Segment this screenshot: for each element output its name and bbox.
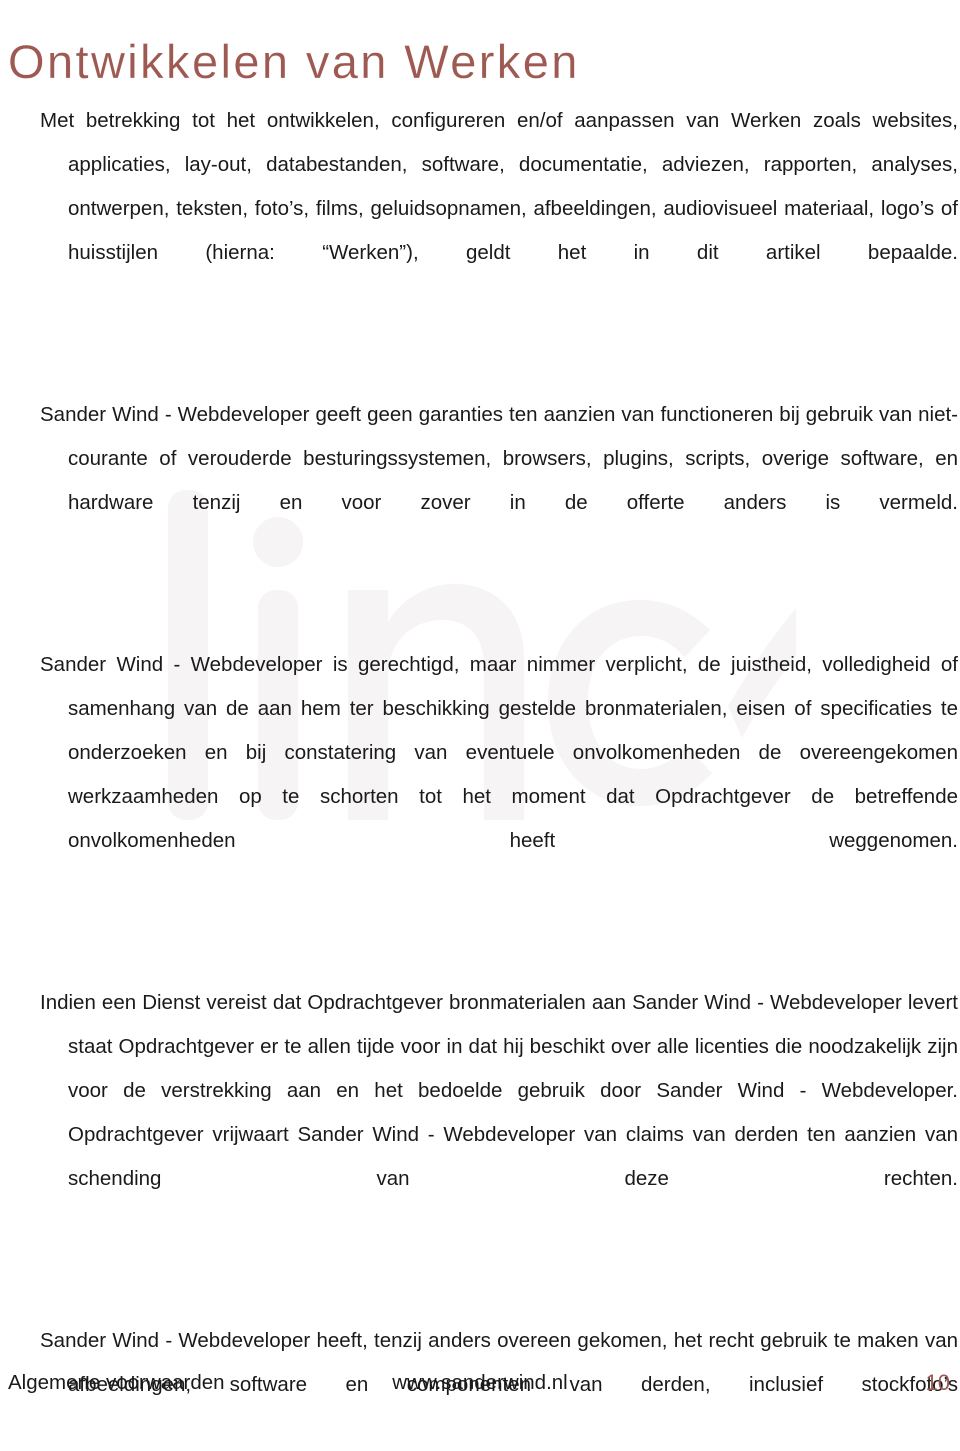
paragraph-3: Sander Wind - Webdeveloper is gerechtigd… bbox=[40, 653, 958, 852]
footer-page-number: 10 bbox=[925, 1370, 950, 1395]
page-title: Ontwikkelen van Werken bbox=[8, 35, 580, 89]
paragraph-4: Indien een Dienst vereist dat Opdrachtge… bbox=[40, 991, 958, 1190]
document-page: Ontwikkelen van Werken Met betrekking to… bbox=[0, 0, 960, 1414]
paragraph-2: Sander Wind - Webdeveloper geeft geen ga… bbox=[40, 403, 958, 514]
document-body: Met betrekking tot het ontwikkelen, conf… bbox=[40, 99, 958, 1451]
paragraph-1: Met betrekking tot het ontwikkelen, conf… bbox=[40, 109, 958, 264]
page-footer: Algemene voorwaarden www.sanderwind.nl 1… bbox=[0, 1368, 960, 1414]
footer-website-url: www.sanderwind.nl bbox=[392, 1371, 568, 1394]
